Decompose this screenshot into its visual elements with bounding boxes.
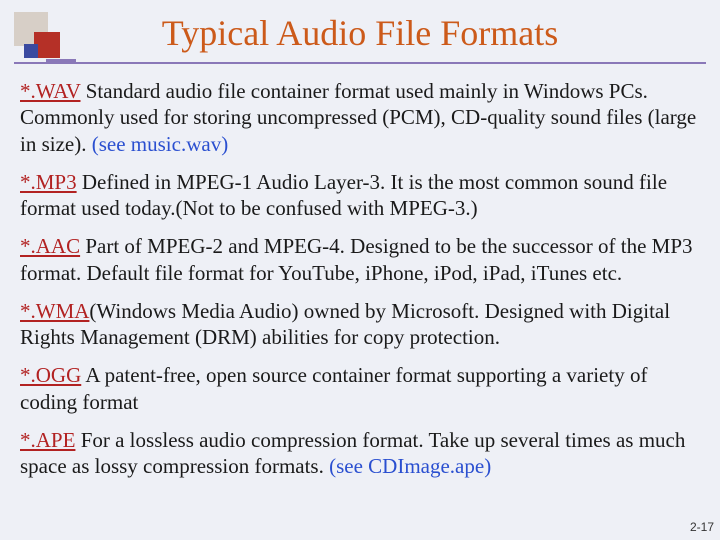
format-desc: Defined in MPEG-1 Audio Layer-3. It is t…: [20, 170, 667, 220]
format-item: *.APE For a lossless audio compression f…: [20, 427, 700, 480]
format-item: *.OGG A patent-free, open source contain…: [20, 362, 700, 415]
format-link: (see music.wav): [92, 132, 228, 156]
format-desc: Part of MPEG-2 and MPEG-4. Designed to b…: [20, 234, 693, 284]
format-desc: A patent-free, open source container for…: [20, 363, 647, 413]
format-item: *.WAV Standard audio file container form…: [20, 78, 700, 157]
content-area: *.WAV Standard audio file container form…: [20, 78, 700, 491]
format-ext: *.WMA: [20, 299, 89, 323]
slide-title: Typical Audio File Formats: [0, 12, 720, 54]
title-rule: [14, 62, 706, 64]
format-link: (see CDImage.ape): [329, 454, 491, 478]
format-desc: (Windows Media Audio) owned by Microsoft…: [20, 299, 670, 349]
format-item: *.MP3 Defined in MPEG-1 Audio Layer-3. I…: [20, 169, 700, 222]
format-item: *.WMA(Windows Media Audio) owned by Micr…: [20, 298, 700, 351]
format-ext: *.AAC: [20, 234, 80, 258]
page-number: 2-17: [690, 520, 714, 534]
format-ext: *.WAV: [20, 79, 81, 103]
title-rule-tick: [46, 59, 76, 62]
format-item: *.AAC Part of MPEG-2 and MPEG-4. Designe…: [20, 233, 700, 286]
format-ext: *.OGG: [20, 363, 81, 387]
format-ext: *.APE: [20, 428, 75, 452]
format-ext: *.MP3: [20, 170, 77, 194]
